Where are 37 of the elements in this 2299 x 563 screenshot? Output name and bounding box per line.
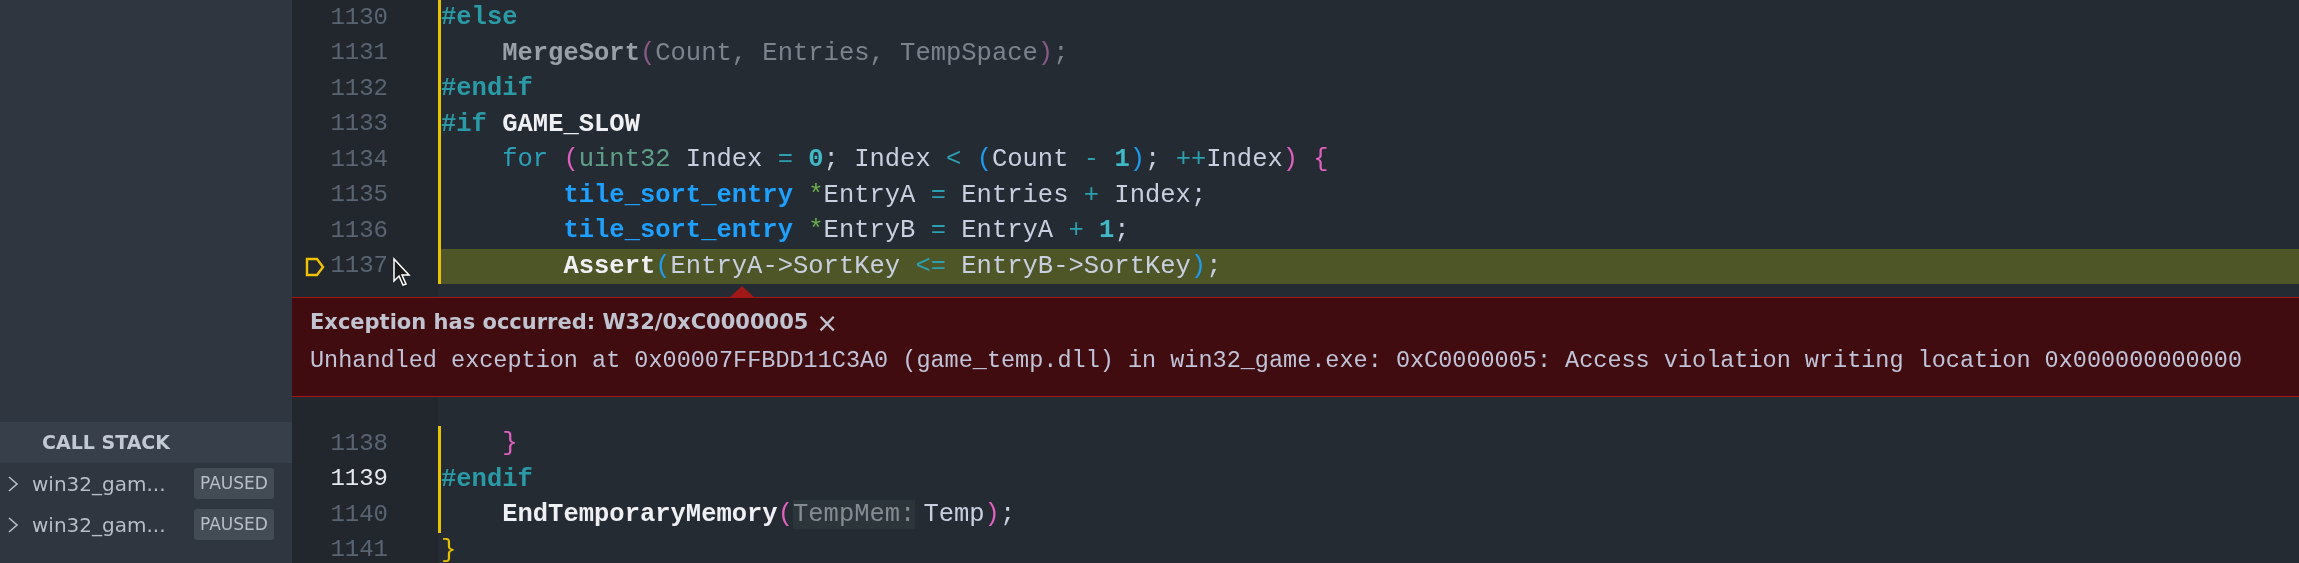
line-number: 1138 (330, 428, 388, 459)
code-line: for (uint32 Index = 0; Index < (Count - 1); ++Index) { (501, 144, 1329, 176)
thread-name: win32_gam... (32, 470, 167, 498)
thread-row[interactable]: win32_gam... PAUSED (0, 504, 292, 545)
chevron-icon[interactable] (6, 473, 20, 494)
line-number: 1132 (330, 73, 388, 104)
line-number: 1131 (330, 38, 388, 69)
code-line: MergeSort(Count, Entries, TempSpace); (501, 37, 1069, 70)
code-line: #if GAME_SLOW (441, 108, 640, 141)
chevron-icon[interactable] (6, 514, 20, 535)
code-line: #endif (441, 73, 533, 105)
line-number: 1140 (330, 499, 388, 530)
line-number: 1130 (330, 2, 388, 33)
thread-name: win32_gam... (32, 511, 167, 539)
line-number: 1137 (330, 251, 388, 282)
code-line: #else (441, 2, 518, 34)
status-label: PAUSED (194, 467, 274, 500)
code-line: } (501, 428, 518, 460)
code-line: EndTemporaryMemory(TempMem: Temp); (501, 499, 1016, 531)
line-number: 1134 (330, 144, 388, 175)
code-line: } (441, 534, 457, 563)
status-label: PAUSED (194, 508, 274, 541)
line-number: 1136 (330, 215, 388, 246)
close-button[interactable]: × (812, 309, 843, 336)
code-line: #endif (441, 463, 533, 496)
panel-header[interactable]: CALL STACK (0, 422, 292, 463)
line-number: 1135 (330, 180, 388, 211)
code-line: Assert(EntryA->SortKey <= EntryB->SortKey); (562, 250, 1222, 283)
thread-row[interactable]: win32_gam... PAUSED (0, 463, 292, 504)
code-line: tile_sort_entry *EntryA = Entries + Index; (562, 179, 1207, 212)
exception-title: Exception has occurred: W32/0xC0000005 (310, 309, 809, 336)
mouse-cursor-icon (392, 256, 412, 287)
exception-message: Unhandled exception at 0x00007FFBDD11C3A0 (game_temp.dll) in win32_game.exe: 0xC0000005: Access violation writing location 0x000000000000 (310, 345, 2243, 376)
code-line: tile_sort_entry *EntryB = EntryA + 1; (562, 215, 1130, 247)
line-number: 1133 (330, 109, 388, 140)
line-number: 1139 (330, 464, 388, 495)
line-number: 1141 (330, 535, 388, 563)
